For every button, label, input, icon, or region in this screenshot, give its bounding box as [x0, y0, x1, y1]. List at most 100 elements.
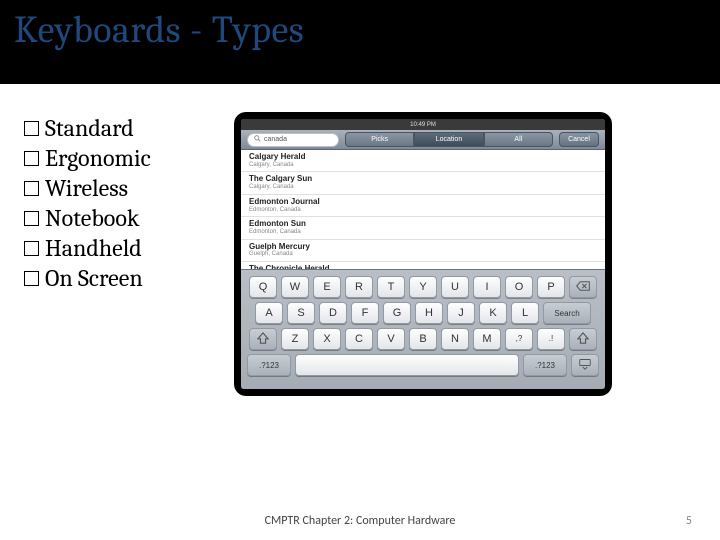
bullet-item: Ergonomic — [24, 144, 224, 172]
backspace-key[interactable] — [569, 276, 597, 298]
bullet-marker — [24, 211, 39, 226]
search-input[interactable]: canada — [247, 133, 339, 147]
key[interactable]: Y — [409, 276, 437, 298]
onscreen-keyboard[interactable]: Q W E R T Y U I O P — [241, 269, 605, 389]
bullet-item: On Screen — [24, 264, 224, 292]
list-item: Guelph MercuryGuelph, Canada — [241, 240, 605, 262]
key-punct[interactable]: ,? — [505, 328, 533, 350]
search-value: canada — [264, 136, 287, 143]
row-sub: Edmonton, Canada — [249, 207, 597, 214]
key[interactable]: F — [351, 302, 379, 324]
row-title: Calgary Herald — [249, 153, 597, 162]
key[interactable]: D — [319, 302, 347, 324]
key[interactable]: G — [383, 302, 411, 324]
segment[interactable]: All — [484, 132, 553, 147]
list-item: The Chronicle HeraldHalifax, Canada — [241, 262, 605, 269]
key[interactable]: X — [313, 328, 341, 350]
slide: Keyboards - Types Standard Ergonomic Wir… — [0, 0, 720, 540]
slide-title: Keyboards - Types — [14, 8, 304, 52]
shift-icon — [257, 332, 269, 346]
key[interactable]: I — [473, 276, 501, 298]
bullet-list: Standard Ergonomic Wireless Notebook Han… — [24, 114, 224, 490]
key[interactable]: E — [313, 276, 341, 298]
key[interactable]: A — [255, 302, 283, 324]
key[interactable]: L — [511, 302, 539, 324]
search-key[interactable]: Search — [543, 302, 591, 324]
key[interactable]: B — [409, 328, 437, 350]
row-sub: Calgary, Canada — [249, 162, 597, 169]
bullet-item: Standard — [24, 114, 224, 142]
key[interactable]: O — [505, 276, 533, 298]
shift-key[interactable] — [249, 328, 277, 350]
backspace-icon — [576, 281, 590, 293]
title-bar: Keyboards - Types — [0, 0, 720, 84]
bullet-marker — [24, 241, 39, 256]
shift-icon — [577, 332, 589, 346]
keyboard-row: .?123 .?123 — [247, 354, 599, 376]
segment[interactable]: Picks — [345, 132, 414, 147]
bullet-label: On Screen — [45, 264, 143, 292]
row-title: Guelph Mercury — [249, 243, 597, 252]
keyboard-row: Z X C V B N M ,? .! — [247, 328, 599, 350]
key[interactable]: T — [377, 276, 405, 298]
key[interactable]: Z — [281, 328, 309, 350]
status-time: 10:49 PM — [410, 122, 436, 128]
shift-key[interactable] — [569, 328, 597, 350]
key[interactable]: K — [479, 302, 507, 324]
bullet-label: Handheld — [45, 234, 142, 262]
status-bar: 10:49 PM — [241, 119, 605, 130]
bullet-marker — [24, 121, 39, 136]
row-title: The Calgary Sun — [249, 175, 597, 184]
key-punct[interactable]: .! — [537, 328, 565, 350]
numbers-key[interactable]: .?123 — [523, 354, 567, 376]
bullet-item: Handheld — [24, 234, 224, 262]
keyboard-row: A S D F G H J K L Search — [247, 302, 599, 324]
key[interactable]: W — [281, 276, 309, 298]
list-item: Edmonton JournalEdmonton, Canada — [241, 195, 605, 217]
key[interactable]: V — [377, 328, 405, 350]
key[interactable]: H — [415, 302, 443, 324]
slide-body: Standard Ergonomic Wireless Notebook Han… — [0, 84, 720, 490]
key[interactable]: U — [441, 276, 469, 298]
list-item: The Calgary SunCalgary, Canada — [241, 172, 605, 194]
ipad-screen: 10:49 PM canada Picks Location All — [241, 119, 605, 389]
list-item: Edmonton SunEdmonton, Canada — [241, 217, 605, 239]
keyboard-hide-icon — [579, 358, 591, 372]
search-icon — [254, 135, 261, 144]
row-sub: Guelph, Canada — [249, 251, 597, 258]
bullet-item: Notebook — [24, 204, 224, 232]
hide-keyboard-key[interactable] — [571, 354, 599, 376]
list-item: Calgary HeraldCalgary, Canada — [241, 150, 605, 172]
bullet-label: Ergonomic — [45, 144, 151, 172]
key[interactable]: J — [447, 302, 475, 324]
footer-text: CMPTR Chapter 2: Computer Hardware — [0, 514, 720, 528]
segment-selected[interactable]: Location — [414, 132, 483, 147]
cancel-button[interactable]: Cancel — [559, 132, 599, 147]
bullet-label: Notebook — [45, 204, 139, 232]
bullet-label: Wireless — [45, 174, 128, 202]
results-list[interactable]: Calgary HeraldCalgary, Canada The Calgar… — [241, 150, 605, 269]
toolbar: canada Picks Location All Cancel — [241, 130, 605, 150]
ipad-illustration: 10:49 PM canada Picks Location All — [240, 114, 700, 490]
ipad-bezel: 10:49 PM canada Picks Location All — [234, 112, 612, 396]
key[interactable]: P — [537, 276, 565, 298]
numbers-key[interactable]: .?123 — [247, 354, 291, 376]
keyboard-row: Q W E R T Y U I O P — [247, 276, 599, 298]
key[interactable]: S — [287, 302, 315, 324]
bullet-marker — [24, 181, 39, 196]
spacebar-key[interactable] — [295, 354, 519, 376]
key[interactable]: C — [345, 328, 373, 350]
key[interactable]: R — [345, 276, 373, 298]
key[interactable]: N — [441, 328, 469, 350]
row-sub: Edmonton, Canada — [249, 229, 597, 236]
bullet-marker — [24, 271, 39, 286]
bullet-marker — [24, 151, 39, 166]
row-title: Edmonton Sun — [249, 220, 597, 229]
key[interactable]: M — [473, 328, 501, 350]
bullet-item: Wireless — [24, 174, 224, 202]
key[interactable]: Q — [249, 276, 277, 298]
row-title: Edmonton Journal — [249, 198, 597, 207]
segmented-control[interactable]: Picks Location All — [345, 132, 553, 147]
page-number: 5 — [686, 514, 692, 528]
row-sub: Calgary, Canada — [249, 184, 597, 191]
